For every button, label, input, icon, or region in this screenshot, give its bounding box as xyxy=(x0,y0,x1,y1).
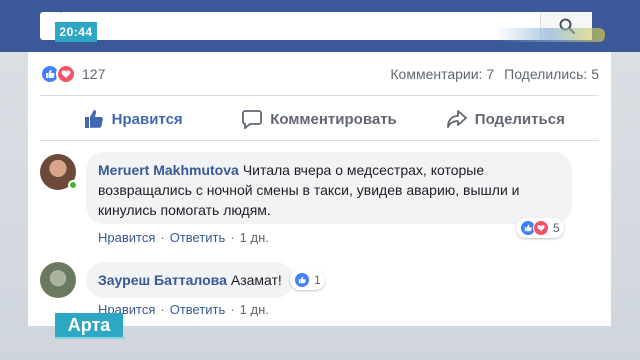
post-actions: Нравится Комментировать Поделиться xyxy=(40,100,599,138)
comment-bubble: Зауреш Батталова Азамат! xyxy=(86,262,294,298)
share-button[interactable]: Поделиться xyxy=(413,109,599,129)
broadcast-time: 20:44 xyxy=(55,22,97,42)
separator: · xyxy=(230,230,235,245)
reactions-summary: 127 Комментарии: 7 Поделились: 5 xyxy=(40,62,599,86)
comment-item: Зауреш Батталова Азамат! 1 Нравится · Отв… xyxy=(40,258,599,318)
comment-actions: Нравится · Ответить · 1 дн. xyxy=(98,230,269,245)
comment-text: Азамат! xyxy=(230,272,282,288)
love-icon xyxy=(533,220,549,236)
reaction-icons[interactable] xyxy=(40,64,76,84)
separator: · xyxy=(160,230,165,245)
comment-button[interactable]: Комментировать xyxy=(226,109,412,129)
comment-author[interactable]: Зауреш Батталова xyxy=(98,272,227,288)
comment-reaction-count: 1 xyxy=(314,273,321,287)
comment-actions: Нравится · Ответить · 1 дн. xyxy=(98,302,269,317)
separator: · xyxy=(160,302,165,317)
comment-text: возвращались с ночной смены в такси, уви… xyxy=(98,182,520,198)
speech-bubble-icon xyxy=(242,110,263,129)
comment-author[interactable]: Meruert Makhmutova xyxy=(98,162,239,178)
comment-text: Читала вчера о медсестрах, которые xyxy=(242,162,485,178)
channel-logo: Арта xyxy=(55,313,123,337)
share-button-label: Поделиться xyxy=(474,110,565,128)
share-arrow-icon xyxy=(446,110,467,128)
comment-reply-link[interactable]: Ответить xyxy=(170,230,226,245)
thumbs-up-icon xyxy=(84,110,103,128)
like-icon xyxy=(294,272,310,288)
like-button[interactable]: Нравится xyxy=(40,109,226,129)
shares-count[interactable]: Поделились: 5 xyxy=(504,66,599,82)
reactions-count[interactable]: 127 xyxy=(82,66,390,82)
comment-timestamp[interactable]: 1 дн. xyxy=(240,302,269,317)
divider xyxy=(40,140,599,141)
channel-logo-underline xyxy=(55,337,125,339)
comment-reaction-count: 5 xyxy=(553,221,560,235)
comment-item: Meruert Makhmutova Читала вчера о медсест… xyxy=(40,152,599,248)
comment-timestamp[interactable]: 1 дн. xyxy=(240,230,269,245)
comment-button-label: Комментировать xyxy=(270,110,397,128)
divider xyxy=(40,95,599,96)
comment-bubble: Meruert Makhmutova Читала вчера о медсест… xyxy=(86,152,572,224)
love-icon xyxy=(56,64,76,84)
comment-like-link[interactable]: Нравится xyxy=(98,230,155,245)
online-status-icon xyxy=(68,180,78,190)
post-card: 127 Комментарии: 7 Поделились: 5 Нравитс… xyxy=(28,52,611,326)
comment-reactions[interactable]: 5 xyxy=(516,218,564,238)
comments-count[interactable]: Комментарии: 7 xyxy=(390,66,494,82)
comment-reply-link[interactable]: Ответить xyxy=(170,302,226,317)
broadcast-graphic xyxy=(495,28,605,42)
comment-text: кинулись помогать людям. xyxy=(98,202,271,218)
avatar[interactable] xyxy=(40,262,76,298)
separator: · xyxy=(230,302,235,317)
comment-reactions[interactable]: 1 xyxy=(290,270,325,290)
like-button-label: Нравится xyxy=(111,110,183,128)
